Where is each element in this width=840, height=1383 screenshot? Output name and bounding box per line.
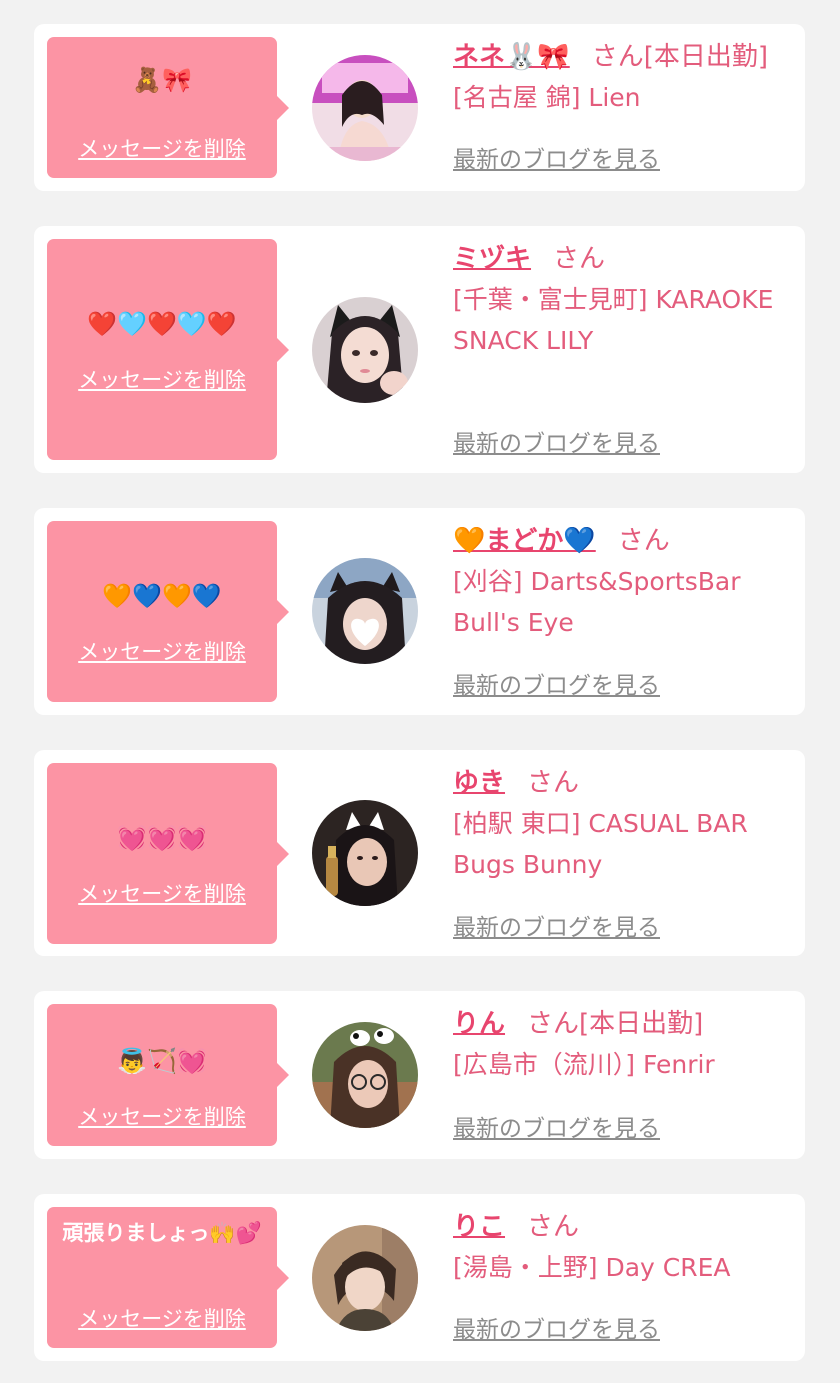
message-card: 👼🏹💓 メッセージを削除 りん さん[本日出勤] [広島市（流川）] Fenrir… <box>34 991 805 1159</box>
message-text: 🧸🎀 <box>132 66 192 94</box>
name-line: ネネ🐰🎀 さん[本日出勤] <box>453 37 795 77</box>
name-line: ミヅキ さん <box>453 239 795 279</box>
delete-message-link[interactable]: メッセージを削除 <box>47 1303 277 1333</box>
selfie-girl-avatar[interactable] <box>312 800 418 906</box>
message-text: 👼🏹💓 <box>117 1047 207 1075</box>
name-suffix: さん[本日出勤] <box>591 42 769 72</box>
shop-name: [千葉・富士見町] KARAOKE SNACK LILY <box>453 285 774 355</box>
message-card: 🧡💙🧡💙 メッセージを削除 🧡まどか💙 さん [刈谷] Darts&SportsB… <box>34 508 805 715</box>
glasses-girl-avatar[interactable] <box>312 1022 418 1128</box>
card-info: ゆき さん [柏駅 東口] CASUAL BAR Bugs Bunny <box>453 763 795 885</box>
name-suffix: さん <box>527 1212 580 1242</box>
name-line: りん さん[本日出勤] <box>453 1004 795 1044</box>
name-suffix: さん <box>553 244 606 274</box>
message-text: 頑張りましょっ🙌💕 <box>62 1221 262 1245</box>
name-line: りこ さん <box>453 1207 795 1247</box>
card-info: ミヅキ さん [千葉・富士見町] KARAOKE SNACK LILY <box>453 239 795 361</box>
delete-message-link[interactable]: メッセージを削除 <box>47 133 277 163</box>
view-blog-link[interactable]: 最新のブログを見る <box>453 140 660 174</box>
message-bubble: 🧡💙🧡💙 メッセージを削除 <box>47 521 289 702</box>
view-blog-link[interactable]: 最新のブログを見る <box>453 424 660 458</box>
name-suffix: さん <box>617 526 670 556</box>
message-card: 頑張りましょっ🙌💕 メッセージを削除 りこ さん [湯島・上野] Day CREA… <box>34 1194 805 1361</box>
card-info: ネネ🐰🎀 さん[本日出勤] [名古屋 錦] Lien <box>453 37 795 118</box>
delete-message-link[interactable]: メッセージを削除 <box>47 636 277 666</box>
delete-message-link[interactable]: メッセージを削除 <box>47 878 277 908</box>
name-line: ゆき さん <box>453 763 795 803</box>
card-info: りん さん[本日出勤] [広島市（流川）] Fenrir <box>453 1004 795 1085</box>
view-blog-link[interactable]: 最新のブログを見る <box>453 908 660 942</box>
message-text: ❤️🩵❤️🩵❤️ <box>87 310 237 338</box>
shop-name: [名古屋 錦] Lien <box>453 83 641 112</box>
cast-name-link[interactable]: りん <box>453 1009 505 1039</box>
name-suffix: さん[本日出勤] <box>527 1009 704 1039</box>
cast-name-link[interactable]: ネネ🐰🎀 <box>453 42 570 72</box>
delete-message-link[interactable]: メッセージを削除 <box>47 1101 277 1131</box>
heart-face-avatar[interactable] <box>312 558 418 664</box>
message-bubble: 🧸🎀 メッセージを削除 <box>47 37 289 178</box>
message-bubble: 👼🏹💓 メッセージを削除 <box>47 1004 289 1146</box>
delete-message-link[interactable]: メッセージを削除 <box>47 364 277 394</box>
message-bubble: ❤️🩵❤️🩵❤️ メッセージを削除 <box>47 239 289 460</box>
cast-name-link[interactable]: 🧡まどか💙 <box>453 526 596 556</box>
shop-name: [柏駅 東口] CASUAL BAR Bugs Bunny <box>453 809 748 879</box>
message-text: 🧡💙🧡💙 <box>102 582 222 610</box>
shop-name: [刈谷] Darts&SportsBar Bull's Eye <box>453 567 741 637</box>
short-hair-girl-avatar[interactable] <box>312 1225 418 1331</box>
girl-photo-avatar[interactable] <box>312 55 418 161</box>
message-text: 💓💓💓 <box>117 824 207 852</box>
cast-name-link[interactable]: ミヅキ <box>453 244 531 274</box>
view-blog-link[interactable]: 最新のブログを見る <box>453 1310 660 1344</box>
view-blog-link[interactable]: 最新のブログを見る <box>453 1109 660 1143</box>
shop-name: [湯島・上野] Day CREA <box>453 1253 731 1282</box>
message-card: 🧸🎀 メッセージを削除 ネネ🐰🎀 さん[本日出勤] [名古屋 錦] Lien 最新… <box>34 24 805 191</box>
card-info: 🧡まどか💙 さん [刈谷] Darts&SportsBar Bull's Eye <box>453 521 795 643</box>
cat-ears-girl-avatar[interactable] <box>312 297 418 403</box>
card-info: りこ さん [湯島・上野] Day CREA <box>453 1207 795 1288</box>
message-card: ❤️🩵❤️🩵❤️ メッセージを削除 ミヅキ さん [千葉・富士見町] KARAOK… <box>34 226 805 473</box>
cast-name-link[interactable]: りこ <box>453 1212 505 1242</box>
name-line: 🧡まどか💙 さん <box>453 521 795 561</box>
view-blog-link[interactable]: 最新のブログを見る <box>453 666 660 700</box>
message-card: 💓💓💓 メッセージを削除 ゆき さん [柏駅 東口] CASUAL BAR Bug… <box>34 750 805 956</box>
message-bubble: 頑張りましょっ🙌💕 メッセージを削除 <box>47 1207 289 1348</box>
cast-name-link[interactable]: ゆき <box>453 768 505 798</box>
name-suffix: さん <box>527 768 580 798</box>
message-bubble: 💓💓💓 メッセージを削除 <box>47 763 289 944</box>
shop-name: [広島市（流川）] Fenrir <box>453 1050 715 1079</box>
